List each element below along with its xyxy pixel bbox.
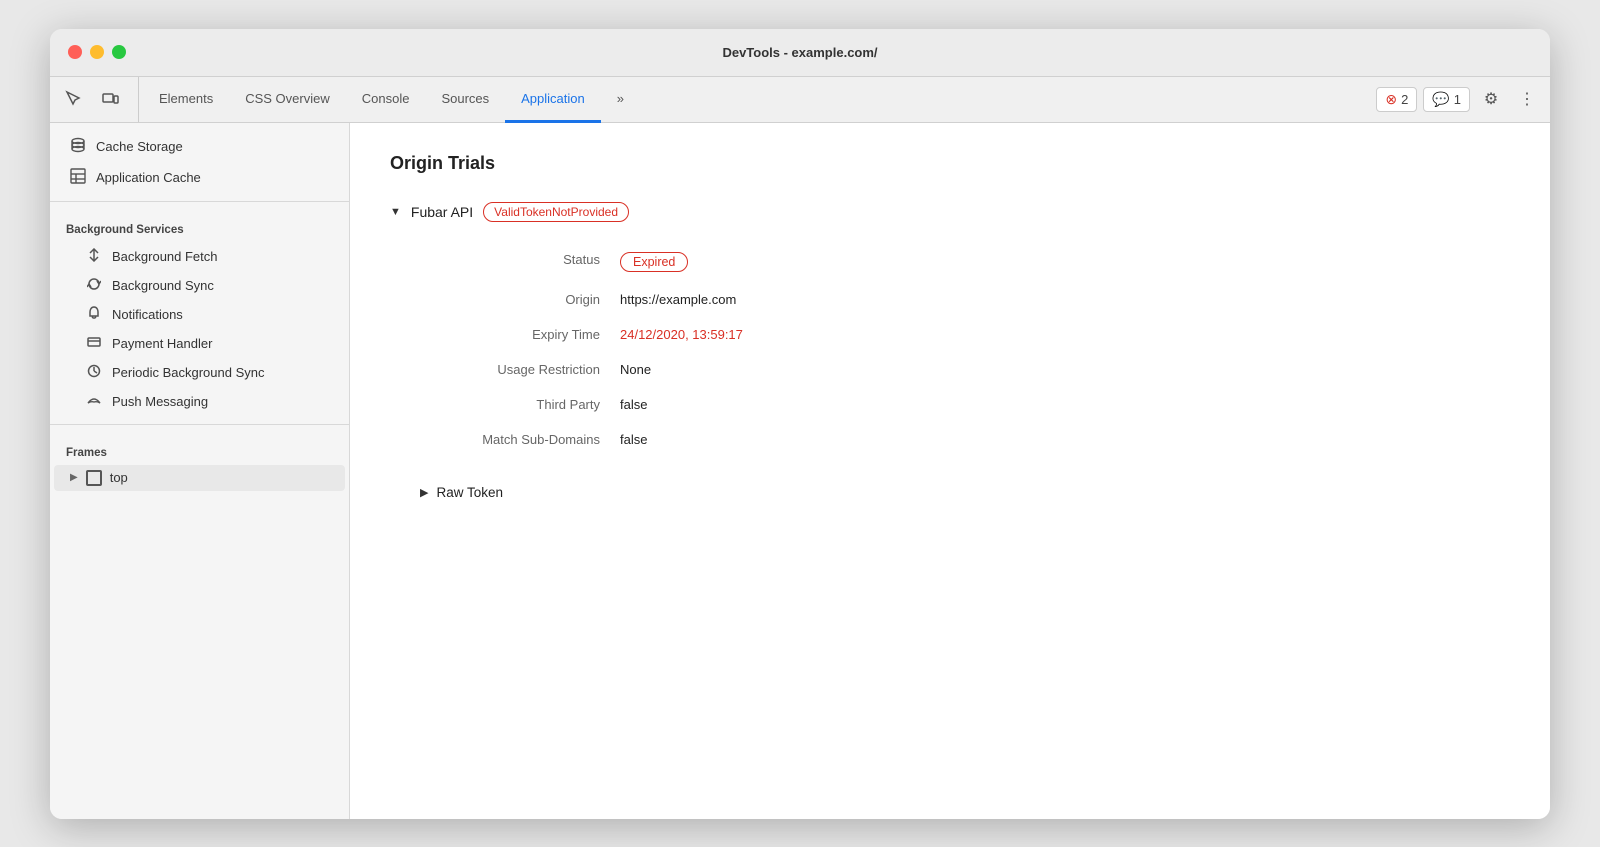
third-party-label: Third Party [420, 387, 620, 422]
frames-header: Frames [50, 433, 349, 465]
inspect-element-button[interactable] [58, 83, 90, 115]
error-count: 2 [1401, 92, 1408, 107]
trial-header: ▼ Fubar API ValidTokenNotProvided [390, 202, 1510, 222]
main-content: Cache Storage Application Cache [50, 123, 1550, 819]
toolbar: Elements CSS Overview Console Sources Ap… [50, 77, 1550, 123]
raw-token-row[interactable]: ▶ Raw Token [420, 477, 1510, 508]
tab-console[interactable]: Console [346, 78, 426, 123]
page-title: Origin Trials [390, 153, 1510, 174]
sidebar-item-application-cache[interactable]: Application Cache [54, 162, 345, 193]
toolbar-tabs: Elements CSS Overview Console Sources Ap… [143, 77, 1376, 122]
sidebar-item-cache-storage[interactable]: Cache Storage [54, 131, 345, 162]
status-badge: Expired [620, 252, 688, 272]
background-sync-icon [86, 277, 102, 294]
cache-storage-icon [70, 137, 86, 156]
periodic-background-sync-icon [86, 364, 102, 381]
push-messaging-label: Push Messaging [112, 394, 208, 409]
tab-more[interactable]: » [601, 78, 640, 123]
trial-expand-icon[interactable]: ▼ [390, 206, 401, 218]
content-panel: Origin Trials ▼ Fubar API ValidTokenNotP… [350, 123, 1550, 819]
tab-application[interactable]: Application [505, 78, 601, 123]
sidebar-item-background-fetch[interactable]: Background Fetch [54, 242, 345, 271]
status-value: Expired [620, 242, 1510, 282]
notifications-label: Notifications [112, 307, 183, 322]
sidebar-item-periodic-background-sync[interactable]: Periodic Background Sync [54, 358, 345, 387]
frame-icon [86, 470, 102, 486]
application-cache-icon [70, 168, 86, 187]
push-messaging-icon [86, 393, 102, 410]
expiry-label: Expiry Time [420, 317, 620, 352]
raw-token-label: Raw Token [436, 485, 503, 500]
frames-top-label: top [110, 470, 128, 485]
maximize-button[interactable] [112, 45, 126, 59]
toolbar-right-actions: ⊗ 2 💬 1 ⚙ ⋮ [1376, 77, 1542, 122]
toolbar-left-icons [58, 77, 139, 122]
notifications-icon [86, 306, 102, 323]
trial-details-grid: Status Expired Origin https://example.co… [420, 242, 1510, 457]
trial-name: Fubar API [411, 204, 473, 220]
application-cache-label: Application Cache [96, 170, 201, 185]
sidebar-item-background-sync[interactable]: Background Sync [54, 271, 345, 300]
tab-css-overview[interactable]: CSS Overview [229, 78, 346, 123]
trial-section: ▼ Fubar API ValidTokenNotProvided Status… [390, 202, 1510, 508]
minimize-button[interactable] [90, 45, 104, 59]
background-sync-label: Background Sync [112, 278, 214, 293]
payment-handler-label: Payment Handler [112, 336, 212, 351]
device-toggle-button[interactable] [94, 83, 126, 115]
info-count-button[interactable]: 💬 1 [1423, 87, 1470, 112]
close-button[interactable] [68, 45, 82, 59]
error-icon: ⊗ [1385, 91, 1397, 108]
devtools-window: DevTools - example.com/ Elements CSS Ove… [50, 29, 1550, 819]
origin-value: https://example.com [620, 282, 1510, 317]
raw-token-expand-icon: ▶ [420, 486, 428, 499]
usage-restriction-label: Usage Restriction [420, 352, 620, 387]
triangle-icon: ▶ [70, 472, 78, 483]
sidebar-item-push-messaging[interactable]: Push Messaging [54, 387, 345, 416]
more-options-button[interactable]: ⋮ [1512, 84, 1542, 114]
sidebar: Cache Storage Application Cache [50, 123, 350, 819]
background-fetch-label: Background Fetch [112, 249, 218, 264]
settings-button[interactable]: ⚙ [1476, 84, 1506, 114]
background-services-header: Background Services [50, 210, 349, 242]
error-count-button[interactable]: ⊗ 2 [1376, 87, 1417, 112]
payment-handler-icon [86, 335, 102, 352]
usage-restriction-value: None [620, 352, 1510, 387]
match-subdomains-value: false [620, 422, 1510, 457]
window-title: DevTools - example.com/ [722, 45, 877, 60]
sidebar-item-frames-top[interactable]: ▶ top [54, 465, 345, 491]
divider-1 [50, 201, 349, 202]
tab-sources[interactable]: Sources [425, 78, 505, 123]
divider-2 [50, 424, 349, 425]
sidebar-item-payment-handler[interactable]: Payment Handler [54, 329, 345, 358]
match-subdomains-label: Match Sub-Domains [420, 422, 620, 457]
background-fetch-icon [86, 248, 102, 265]
sidebar-item-notifications[interactable]: Notifications [54, 300, 345, 329]
titlebar: DevTools - example.com/ [50, 29, 1550, 77]
info-icon: 💬 [1432, 91, 1449, 108]
status-label: Status [420, 242, 620, 282]
origin-label: Origin [420, 282, 620, 317]
info-count: 1 [1454, 92, 1461, 107]
expiry-value: 24/12/2020, 13:59:17 [620, 317, 1510, 352]
cache-storage-label: Cache Storage [96, 139, 183, 154]
trial-status-badge: ValidTokenNotProvided [483, 202, 629, 222]
tab-elements[interactable]: Elements [143, 78, 229, 123]
periodic-background-sync-label: Periodic Background Sync [112, 365, 264, 380]
window-controls [68, 45, 126, 59]
expiry-time: 24/12/2020, 13:59:17 [620, 327, 743, 342]
third-party-value: false [620, 387, 1510, 422]
